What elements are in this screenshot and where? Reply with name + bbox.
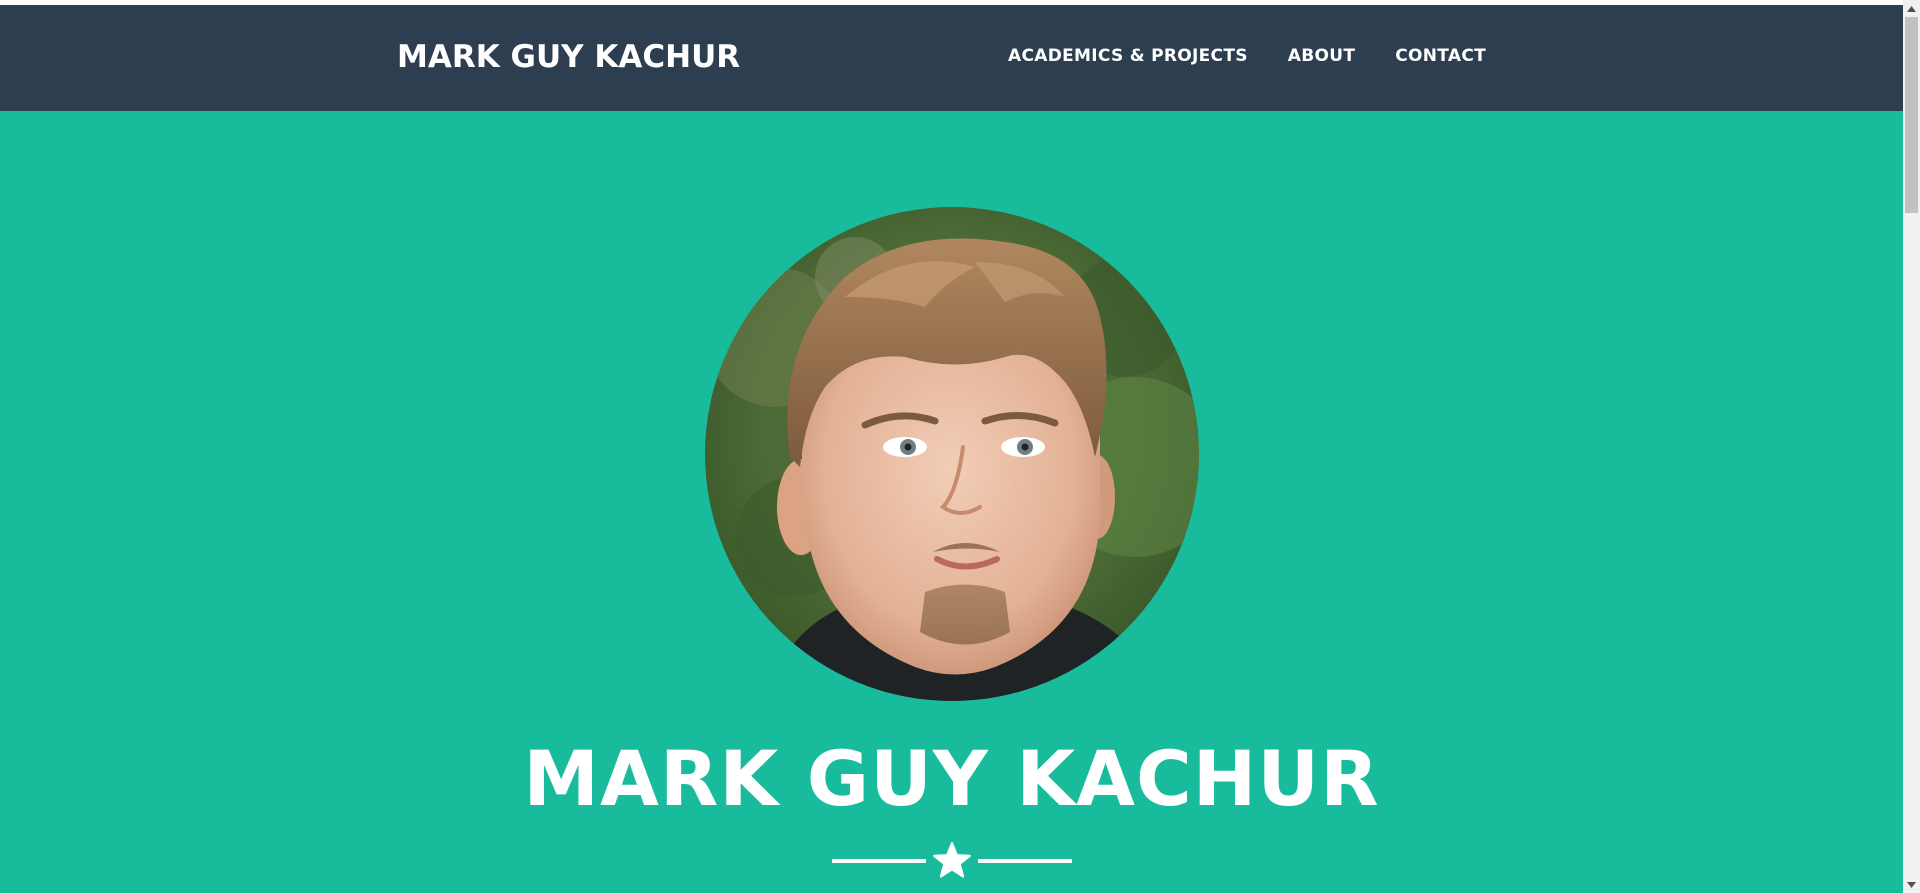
hero-title: MARK GUY KACHUR xyxy=(523,734,1380,823)
navbar: MARK GUY KACHUR ACADEMICS & PROJECTS ABO… xyxy=(0,5,1903,111)
brand-link[interactable]: MARK GUY KACHUR xyxy=(397,39,740,75)
scroll-down-arrow-icon[interactable] xyxy=(1903,876,1920,893)
scrollbar-thumb[interactable] xyxy=(1905,17,1918,213)
divider-line-left xyxy=(832,859,926,863)
nav-link-about[interactable]: ABOUT xyxy=(1288,46,1355,66)
scroll-up-arrow-icon[interactable] xyxy=(1903,0,1920,17)
masthead: MARK GUY KACHUR xyxy=(0,111,1903,893)
nav-link-contact[interactable]: CONTACT xyxy=(1395,46,1486,66)
star-divider xyxy=(830,839,1074,883)
nav-link-academics-projects[interactable]: ACADEMICS & PROJECTS xyxy=(1008,46,1248,66)
star-icon xyxy=(933,842,971,878)
profile-photo xyxy=(705,207,1199,701)
vertical-scrollbar[interactable] xyxy=(1903,0,1920,893)
nav-links: ACADEMICS & PROJECTS ABOUT CONTACT xyxy=(968,46,1486,66)
divider-line-right xyxy=(978,859,1072,863)
page-viewport: MARK GUY KACHUR ACADEMICS & PROJECTS ABO… xyxy=(0,0,1903,893)
